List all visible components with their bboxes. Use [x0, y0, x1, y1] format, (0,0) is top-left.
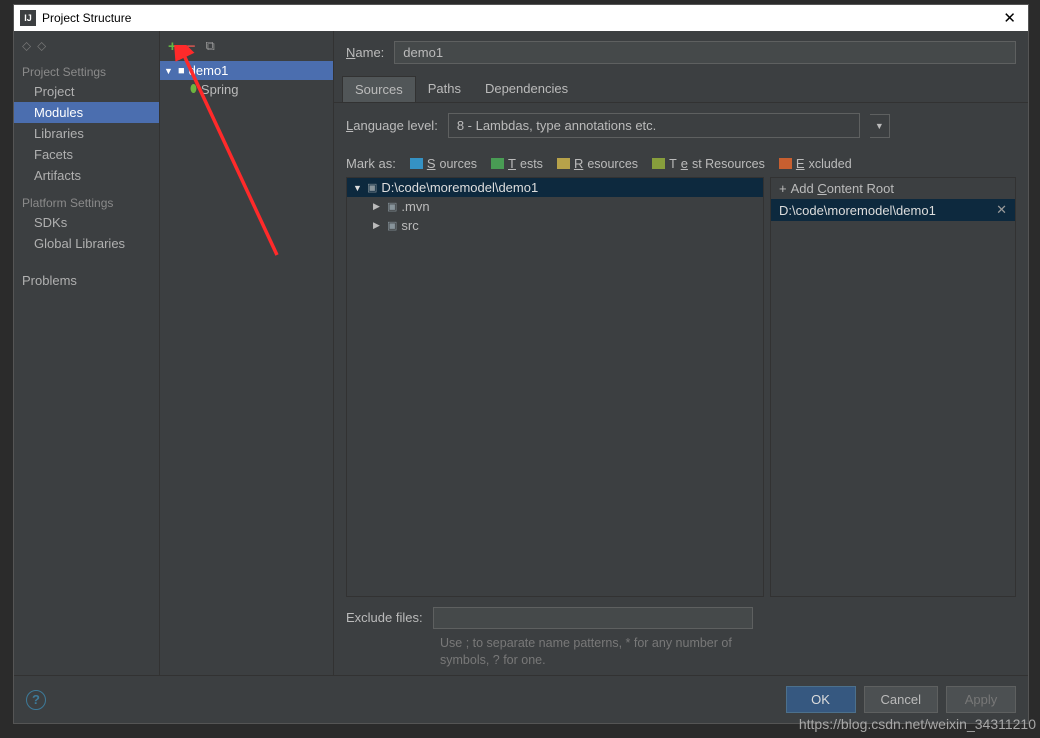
expand-icon[interactable]: ▶ [373, 220, 383, 231]
chevron-down-icon[interactable]: ▼ [870, 114, 890, 138]
module-tree-panel: + − ⧉ ▼ ■ demo1 ⬮ Spring [160, 31, 334, 675]
add-content-root[interactable]: + Add Content Root [771, 178, 1015, 199]
source-folders-tree[interactable]: ▼ ▣ D:\code\moremodel\demo1 ▶ ▣ .mvn ▶ ▣ [346, 177, 764, 597]
module-tabs: Sources Paths Dependencies [334, 76, 1028, 103]
expand-icon: ▼ [164, 66, 174, 76]
tab-paths[interactable]: Paths [416, 76, 473, 102]
content-roots-panel: + Add Content Root D:\code\moremodel\dem… [770, 177, 1016, 597]
platform-settings-heading: Platform Settings [14, 192, 159, 212]
content-root-path: D:\code\moremodel\demo1 [381, 180, 538, 195]
mark-resources[interactable]: Resources [557, 156, 638, 171]
intellij-icon: IJ [20, 10, 36, 26]
remove-root-icon[interactable]: ✕ [996, 202, 1007, 218]
title-bar: IJ Project Structure ✕ [14, 5, 1028, 31]
module-tree-spring[interactable]: ⬮ Spring [160, 80, 333, 99]
module-name: demo1 [189, 63, 229, 78]
nav-facets[interactable]: Facets [14, 144, 159, 165]
tab-dependencies[interactable]: Dependencies [473, 76, 580, 102]
module-name-input[interactable] [394, 41, 1016, 64]
nav-libraries[interactable]: Libraries [14, 123, 159, 144]
tree-row-mvn[interactable]: ▶ ▣ .mvn [347, 197, 763, 216]
help-icon[interactable]: ? [26, 690, 46, 710]
language-level-select[interactable]: 8 - Lambdas, type annotations etc. [448, 113, 860, 138]
nav-problems[interactable]: Problems [14, 270, 159, 291]
module-icon: ■ [178, 65, 185, 77]
exclude-files-label: Exclude files: [346, 607, 423, 625]
project-settings-heading: Project Settings [14, 61, 159, 81]
language-level-label: Language level: [346, 118, 438, 133]
module-toolbar: + − ⧉ [160, 31, 333, 61]
folder-icon: ▣ [387, 219, 397, 232]
nav-artifacts[interactable]: Artifacts [14, 165, 159, 186]
folder-icon: ▣ [367, 181, 377, 194]
tree-content-root: ▼ ▣ D:\code\moremodel\demo1 [347, 178, 763, 197]
mark-test-resources[interactable]: Test Resources [652, 156, 765, 171]
language-level-value: 8 - Lambdas, type annotations etc. [457, 118, 656, 133]
project-structure-dialog: IJ Project Structure ✕ ⬦ ⬦ Project Setti… [13, 4, 1029, 724]
facet-label: Spring [201, 82, 239, 97]
mark-sources[interactable]: Sources [410, 156, 477, 171]
folder-label: src [401, 218, 418, 233]
nav-sdks[interactable]: SDKs [14, 212, 159, 233]
close-icon[interactable]: ✕ [997, 9, 1022, 27]
ok-button[interactable]: OK [786, 686, 856, 713]
cancel-button[interactable]: Cancel [864, 686, 938, 713]
exclude-files-input[interactable] [433, 607, 753, 629]
settings-nav: ⬦ ⬦ Project Settings Project Modules Lib… [14, 31, 160, 675]
add-module-icon[interactable]: + [168, 38, 177, 55]
nav-project[interactable]: Project [14, 81, 159, 102]
module-content: Name: Sources Paths Dependencies Languag… [334, 31, 1028, 675]
folder-label: .mvn [401, 199, 429, 214]
content-root-item[interactable]: D:\code\moremodel\demo1 ✕ [771, 199, 1015, 221]
module-tree-root[interactable]: ▼ ■ demo1 [160, 61, 333, 80]
dialog-footer: ? OK Cancel Apply [14, 675, 1028, 723]
nav-toolbar: ⬦ ⬦ [14, 31, 159, 61]
folder-icon: ▣ [387, 200, 397, 213]
nav-modules[interactable]: Modules [14, 102, 159, 123]
window-title: Project Structure [42, 11, 131, 25]
plus-icon: + [779, 181, 787, 196]
collapse-icon[interactable]: ▼ [353, 183, 363, 193]
forward-icon[interactable]: ⬦ [37, 38, 46, 54]
tree-row-src[interactable]: ▶ ▣ src [347, 216, 763, 235]
back-icon[interactable]: ⬦ [22, 38, 31, 54]
tab-sources[interactable]: Sources [342, 76, 416, 102]
mark-as-toolbar: Mark as: Sources Tests Resources Test Re… [334, 148, 1028, 177]
mark-as-label: Mark as: [346, 156, 396, 171]
nav-global-libraries[interactable]: Global Libraries [14, 233, 159, 254]
remove-module-icon[interactable]: − [187, 38, 196, 55]
exclude-hint: Use ; to separate name patterns, * for a… [334, 633, 754, 675]
spring-icon: ⬮ [190, 83, 197, 96]
mark-tests[interactable]: Tests [491, 156, 543, 171]
name-label: Name: [346, 45, 384, 60]
expand-icon[interactable]: ▶ [373, 201, 383, 212]
content-root-text: D:\code\moremodel\demo1 [779, 203, 936, 218]
copy-module-icon[interactable]: ⧉ [206, 38, 215, 54]
apply-button[interactable]: Apply [946, 686, 1016, 713]
mark-excluded[interactable]: Excluded [779, 156, 852, 171]
